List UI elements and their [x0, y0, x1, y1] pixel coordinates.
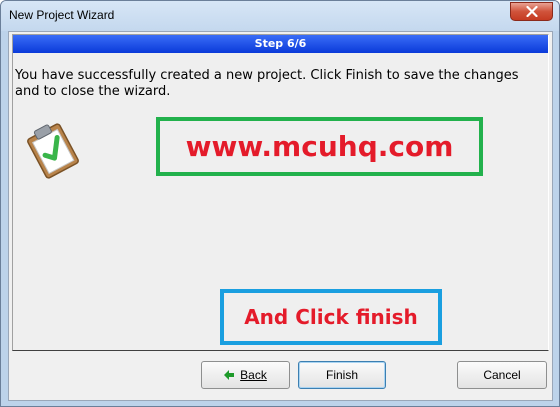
title-bar[interactable]: New Project Wizard — [1, 1, 559, 31]
wizard-window: New Project Wizard Step 6/6 You have suc… — [0, 0, 560, 407]
back-button-label: Back — [240, 368, 267, 382]
step-indicator: Step 6/6 — [13, 35, 548, 53]
cancel-button-label: Cancel — [483, 368, 521, 382]
wizard-panel: Step 6/6 You have successfully created a… — [12, 34, 549, 351]
instruction-overlay-box: And Click finish — [220, 289, 442, 345]
wizard-client-area: Step 6/6 You have successfully created a… — [8, 31, 553, 401]
wizard-message: You have successfully created a new proj… — [15, 68, 519, 99]
clipboard-check-icon — [21, 119, 85, 179]
cancel-button[interactable]: Cancel — [457, 361, 547, 389]
instruction-overlay-text: And Click finish — [244, 305, 418, 329]
finish-button[interactable]: Finish — [298, 361, 386, 389]
close-icon — [525, 6, 538, 17]
close-button[interactable] — [510, 2, 553, 21]
finish-button-label: Finish — [325, 368, 358, 382]
arrow-left-icon — [224, 370, 235, 380]
window-title: New Project Wizard — [9, 8, 115, 22]
url-overlay-text: www.mcuhq.com — [185, 130, 454, 163]
url-overlay-box: www.mcuhq.com — [156, 117, 483, 176]
back-button[interactable]: Back — [201, 361, 290, 389]
